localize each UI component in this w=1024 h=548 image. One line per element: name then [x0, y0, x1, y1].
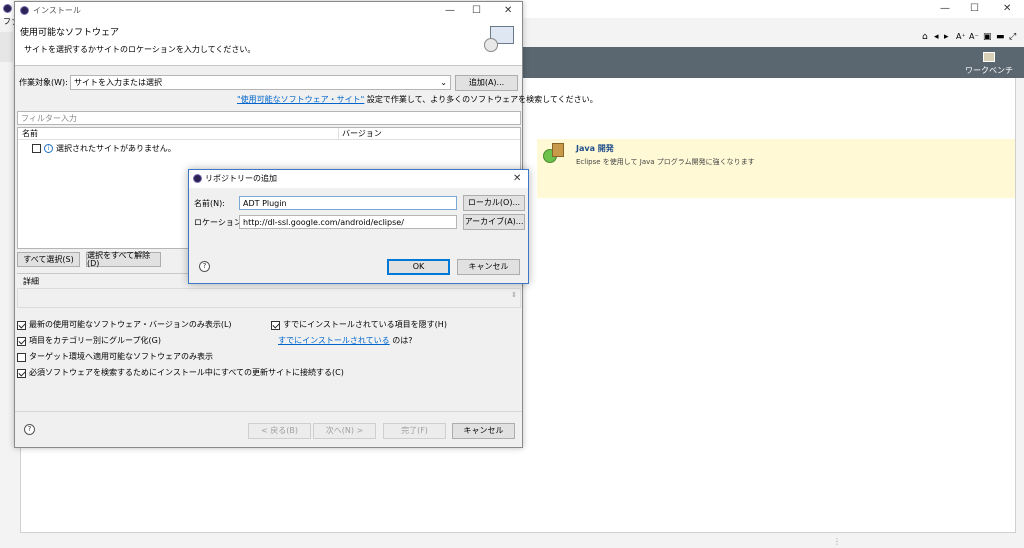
- column-version[interactable]: バージョン: [342, 129, 382, 139]
- hide-installed-checkbox[interactable]: [271, 321, 280, 330]
- install-minimize-button[interactable]: —: [445, 6, 455, 16]
- forward-icon[interactable]: ▸: [944, 32, 949, 42]
- install-title-bar: インストール — ☐ ✕: [15, 2, 522, 20]
- maximize-view-icon[interactable]: ⤢: [1009, 32, 1016, 42]
- zoom-in-icon[interactable]: A⁺: [956, 32, 966, 41]
- contact-all-sites-label[interactable]: 必須ソフトウェアを検索するためにインストール中にすべての更新サイトに接続する(C…: [29, 368, 344, 378]
- java-dev-icon: [543, 143, 565, 165]
- install-maximize-button[interactable]: ☐: [472, 6, 481, 16]
- tree-message: 選択されたサイトがありません。: [56, 144, 176, 153]
- tree-header: 名前 バージョン: [18, 128, 520, 140]
- add-button[interactable]: 追加(A)...: [455, 75, 518, 91]
- info-icon: i: [44, 144, 53, 153]
- tree-item-checkbox[interactable]: [32, 144, 41, 153]
- main-close-button[interactable]: ✕: [1003, 4, 1011, 14]
- eclipse-logo-icon: [3, 4, 12, 13]
- available-sites-suffix: 設定で作業して、より多くのソフトウェアを検索してください。: [364, 95, 598, 104]
- target-env-label[interactable]: ターゲット環境へ適用可能なソフトウェアのみ表示: [29, 352, 213, 362]
- minimize-view-icon[interactable]: ▬: [996, 32, 1005, 42]
- install-title: インストール: [33, 6, 81, 15]
- details-label: 詳細: [23, 277, 39, 286]
- details-area[interactable]: ⇕: [17, 288, 521, 308]
- select-all-button[interactable]: すべて選択(S): [17, 252, 80, 267]
- latest-only-label[interactable]: 最新の使用可能なソフトウェア・バージョンのみ表示(L): [29, 320, 232, 330]
- install-close-button[interactable]: ✕: [504, 6, 512, 16]
- hide-installed-label[interactable]: すでにインストールされている項目を隠す(H): [283, 320, 447, 330]
- deselect-all-button[interactable]: 選択をすべて解除(D): [86, 251, 161, 267]
- already-installed-line: すでにインストールされている のは?: [278, 336, 412, 346]
- filter-placeholder: フィルター入力: [21, 113, 77, 123]
- restore-icon[interactable]: ▣: [983, 32, 992, 42]
- repo-name-value: ADT Plugin: [243, 198, 287, 208]
- toolbar-row: ⌂ ◂ ▸ A⁺ A⁻ ▣ ▬ ⤢: [523, 30, 1024, 46]
- repo-cancel-button[interactable]: キャンセル: [457, 259, 520, 275]
- zoom-out-icon[interactable]: A⁻: [969, 32, 979, 41]
- already-installed-link[interactable]: すでにインストールされている: [278, 336, 390, 345]
- work-with-label: 作業対象(W):: [19, 78, 68, 87]
- available-sites-link[interactable]: "使用可能なソフトウェア・サイト": [237, 95, 364, 104]
- main-maximize-button[interactable]: ☐: [970, 4, 979, 14]
- next-button[interactable]: 次へ(N) >: [313, 423, 376, 439]
- install-header: 使用可能なソフトウェア サイトを選択するかサイトのロケーションを入力してください…: [15, 20, 522, 66]
- install-footer-separator: [15, 411, 522, 412]
- install-help-icon[interactable]: ?: [24, 424, 35, 435]
- contact-all-sites-checkbox[interactable]: [17, 369, 26, 378]
- details-scroll-icon[interactable]: ⇕: [511, 291, 517, 299]
- install-eclipse-icon: [20, 6, 29, 15]
- chevron-down-icon[interactable]: ⌄: [440, 78, 447, 87]
- status-bar: ⋮: [0, 536, 1024, 548]
- repo-name-input[interactable]: ADT Plugin: [239, 196, 457, 210]
- install-header-desc: サイトを選択するかサイトのロケーションを入力してください。: [24, 45, 256, 54]
- install-header-title: 使用可能なソフトウェア: [20, 28, 120, 38]
- home-icon[interactable]: ⌂: [922, 32, 928, 42]
- java-dev-title[interactable]: Java 開発: [576, 144, 614, 154]
- latest-only-checkbox[interactable]: [17, 321, 26, 330]
- back-icon[interactable]: ◂: [934, 32, 939, 42]
- work-with-value: サイトを入力または選択: [74, 78, 162, 87]
- repo-location-value: http://dl-ssl.google.com/android/eclipse…: [243, 217, 404, 227]
- repo-title-bar: リポジトリーの追加 ✕: [189, 170, 528, 188]
- workbench-icon[interactable]: [983, 52, 995, 62]
- repo-location-input[interactable]: http://dl-ssl.google.com/android/eclipse…: [239, 215, 457, 229]
- ok-button[interactable]: OK: [387, 259, 450, 275]
- group-by-category-label[interactable]: 項目をカテゴリー別にグループ化(G): [29, 336, 161, 346]
- add-repository-dialog: リポジトリーの追加 ✕ 名前(N): ADT Plugin ローカル(O)...…: [188, 169, 529, 284]
- java-dev-description: Eclipse を使用して Java プログラム開発に強くなります: [576, 158, 755, 166]
- repo-close-button[interactable]: ✕: [513, 174, 521, 184]
- archive-button[interactable]: アーカイブ(A)...: [463, 214, 525, 230]
- already-installed-suffix: のは?: [389, 336, 413, 345]
- work-with-combo[interactable]: サイトを入力または選択 ⌄: [70, 75, 451, 90]
- back-button[interactable]: < 戻る(B): [248, 423, 311, 439]
- repo-help-icon[interactable]: ?: [199, 261, 210, 272]
- local-button[interactable]: ローカル(O)...: [463, 195, 525, 211]
- repo-title: リポジトリーの追加: [205, 174, 277, 183]
- target-env-checkbox[interactable]: [17, 353, 26, 362]
- status-divider: ⋮: [833, 537, 841, 546]
- available-sites-line: "使用可能なソフトウェア・サイト" 設定で作業して、より多くのソフトウェアを検索…: [237, 95, 598, 105]
- repo-eclipse-icon: [193, 174, 202, 183]
- column-name[interactable]: 名前: [22, 129, 38, 139]
- main-minimize-button[interactable]: —: [940, 4, 950, 14]
- group-by-category-checkbox[interactable]: [17, 337, 26, 346]
- install-cancel-button[interactable]: キャンセル: [452, 423, 515, 439]
- repo-name-label: 名前(N):: [194, 199, 225, 208]
- left-toolbar: [0, 32, 13, 62]
- finish-button[interactable]: 完了(F): [383, 423, 446, 439]
- install-wizard-icon: [484, 24, 516, 56]
- column-divider[interactable]: [338, 128, 339, 140]
- filter-input[interactable]: フィルター入力: [17, 111, 521, 125]
- workbench-label[interactable]: ワークベンチ: [965, 66, 1013, 76]
- java-dev-item[interactable]: Java 開発 Eclipse を使用して Java プログラム開発に強くなりま…: [537, 139, 1015, 198]
